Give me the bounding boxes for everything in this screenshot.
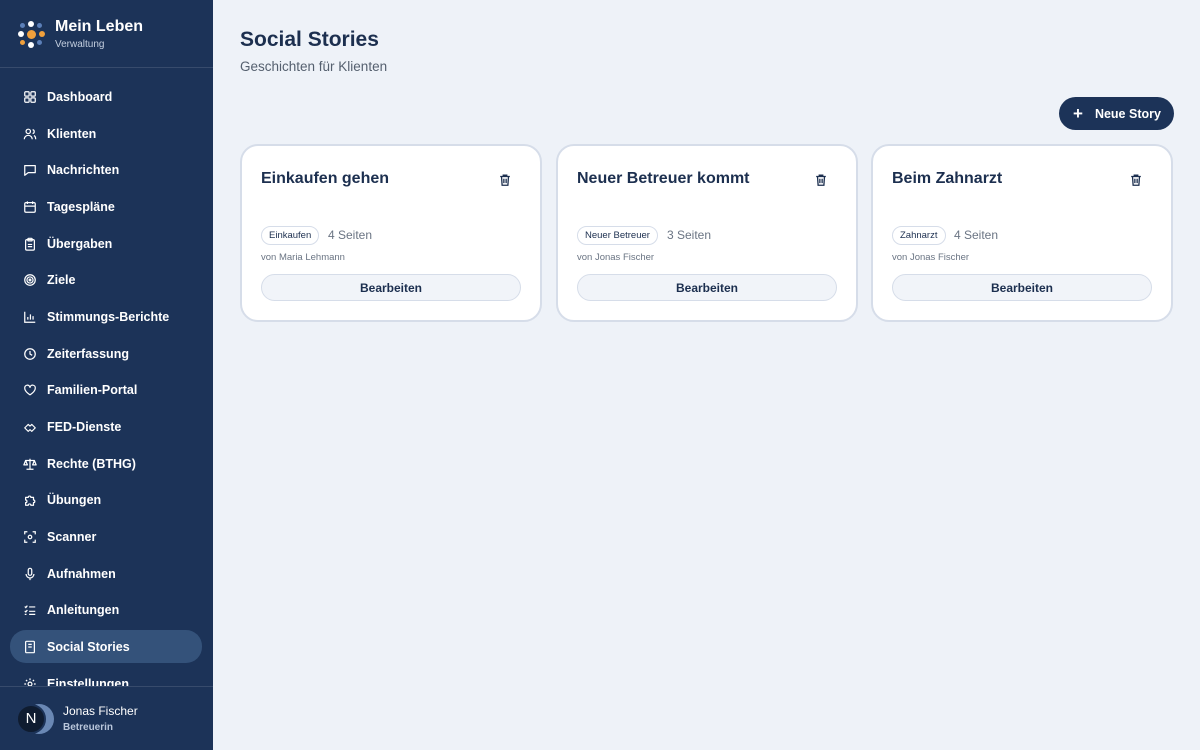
sidebar-item-scanner[interactable]: Scanner (10, 520, 202, 553)
story-author: von Jonas Fischer (577, 252, 655, 263)
sidebar-item-label: Social Stories (47, 639, 130, 654)
sidebar-item-label: Ziele (47, 272, 76, 287)
avatar-initial: N (16, 703, 46, 734)
story-page-count: 4 Seiten (328, 228, 373, 242)
brand[interactable]: Mein Leben Verwaltung (0, 0, 213, 68)
user-role: Betreuerin (63, 722, 114, 733)
sidebar-item-uebungen[interactable]: Übungen (10, 483, 202, 516)
target-icon (24, 273, 36, 286)
story-title: Beim Zahnarzt (892, 170, 1003, 187)
book-icon (25, 640, 35, 653)
sidebar-item-label: Anleitungen (47, 602, 120, 617)
sidebar-item-stimmungs-berichte[interactable]: Stimmungs-Berichte (10, 300, 202, 333)
story-author: von Jonas Fischer (892, 252, 970, 263)
story-title: Einkaufen gehen (261, 170, 390, 187)
sidebar-item-einstellungen[interactable]: Einstellungen (10, 667, 202, 686)
sidebar-item-label: FED-Dienste (47, 419, 122, 434)
story-tag: Neuer Betreuer (577, 226, 658, 245)
sidebar-nav: Dashboard Klienten Nachrichten Tagesplän… (0, 80, 213, 686)
new-story-button[interactable]: + Neue Story (1059, 97, 1174, 130)
clipboard-icon (25, 237, 35, 251)
brand-subtitle: Verwaltung (55, 38, 105, 50)
handshake-icon (24, 423, 36, 432)
sidebar-item-fed-dienste[interactable]: FED-Dienste (10, 410, 202, 443)
avatar: N (16, 703, 54, 734)
story-card: Beim Zahnarzt Zahnarzt 4 Seiten von Jona… (871, 144, 1173, 322)
sidebar-item-uebergaben[interactable]: Übergaben (10, 227, 202, 260)
bar-chart-icon (24, 311, 36, 323)
sidebar-item-nachrichten[interactable]: Nachrichten (10, 153, 202, 186)
edit-button[interactable]: Bearbeiten (261, 274, 521, 301)
sidebar-item-zeiterfassung[interactable]: Zeiterfassung (10, 337, 202, 370)
new-story-label: Neue Story (1094, 106, 1161, 121)
sidebar-item-label: Scanner (47, 529, 97, 544)
sidebar-item-label: Übergaben (47, 236, 113, 251)
story-page-count: 4 Seiten (954, 228, 999, 242)
sidebar-item-aufnahmen[interactable]: Aufnahmen (10, 557, 202, 590)
puzzle-icon (25, 495, 36, 506)
message-icon (24, 164, 36, 176)
sidebar-item-klienten[interactable]: Klienten (10, 117, 202, 150)
sidebar-item-label: Dashboard (47, 89, 113, 104)
dashboard-icon (24, 90, 36, 103)
users-icon (23, 128, 37, 139)
clock-icon (24, 347, 36, 360)
heart-icon (24, 384, 36, 395)
sidebar-item-ziele[interactable]: Ziele (10, 263, 202, 296)
checklist-icon (24, 604, 36, 615)
edit-button[interactable]: Bearbeiten (892, 274, 1152, 301)
sidebar-item-rechte[interactable]: Rechte (BTHG) (10, 447, 202, 480)
scan-icon (24, 530, 36, 543)
sidebar-item-social-stories[interactable]: Social Stories (10, 630, 202, 663)
user-profile[interactable]: N Jonas Fischer Betreuerin (0, 686, 213, 750)
sidebar-item-anleitungen[interactable]: Anleitungen (10, 593, 202, 626)
sidebar-item-label: Übungen (47, 492, 102, 507)
sidebar-item-label: Klienten (47, 126, 97, 141)
story-card: Neuer Betreuer kommt Neuer Betreuer 3 Se… (556, 144, 858, 322)
microphone-icon (25, 567, 35, 580)
trash-icon[interactable] (1129, 173, 1143, 187)
brand-title: Mein Leben (55, 17, 144, 35)
page-title: Social Stories (240, 28, 379, 51)
sidebar-item-label: Familien-Portal (47, 382, 138, 397)
trash-icon[interactable] (814, 173, 828, 187)
trash-icon[interactable] (498, 173, 512, 187)
page-subtitle: Geschichten für Klienten (240, 59, 388, 74)
story-tag: Zahnarzt (892, 226, 946, 245)
plus-icon: + (1073, 104, 1083, 123)
sidebar-item-dashboard[interactable]: Dashboard (10, 80, 202, 113)
logo-icon (18, 20, 45, 48)
sidebar-item-tagesplaene[interactable]: Tagespläne (10, 190, 202, 223)
sidebar-item-label: Tagespläne (47, 199, 115, 214)
sidebar: Mein Leben Verwaltung Dashboard Klienten… (0, 0, 213, 750)
sidebar-item-label: Zeiterfassung (47, 346, 129, 361)
gear-icon (24, 677, 36, 686)
sidebar-item-label: Rechte (BTHG) (47, 456, 136, 471)
scale-icon (23, 458, 37, 470)
sidebar-item-label: Einstellungen (47, 676, 129, 687)
story-card: Einkaufen gehen Einkaufen 4 Seiten von M… (240, 144, 542, 322)
story-author: von Maria Lehmann (261, 252, 345, 263)
sidebar-item-label: Aufnahmen (47, 566, 116, 581)
edit-button[interactable]: Bearbeiten (577, 274, 837, 301)
sidebar-item-label: Nachrichten (47, 162, 120, 177)
story-page-count: 3 Seiten (667, 228, 712, 242)
user-name: Jonas Fischer (63, 704, 138, 718)
story-title: Neuer Betreuer kommt (577, 170, 750, 187)
story-tag: Einkaufen (261, 226, 320, 245)
calendar-icon (24, 200, 36, 213)
sidebar-item-familien-portal[interactable]: Familien-Portal (10, 373, 202, 406)
sidebar-item-label: Stimmungs-Berichte (47, 309, 170, 324)
